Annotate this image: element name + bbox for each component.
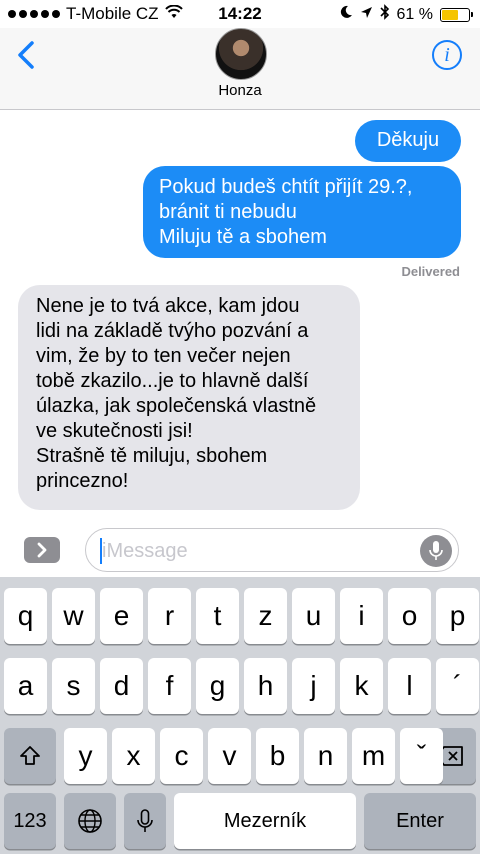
back-button[interactable]	[12, 40, 40, 70]
key-1[interactable]: a	[4, 658, 47, 714]
chevron-left-icon	[18, 41, 34, 69]
delivery-status: Delivered	[401, 264, 460, 279]
message-text-line: princezno!	[36, 470, 129, 492]
key-10[interactable]: ´	[436, 658, 479, 714]
message-text-line: Nene je to tvá akce, kam jdou	[36, 295, 300, 317]
battery-icon	[440, 7, 473, 22]
key-2[interactable]: x	[112, 728, 155, 784]
return-key[interactable]: Enter	[364, 793, 476, 849]
key-7[interactable]: j	[292, 658, 335, 714]
message-bubble-sent[interactable]: Pokud budeš chtít přijít 29.?, bránit ti…	[143, 166, 461, 258]
message-text-line: tobě zkazilo...je to hlavně další	[36, 370, 309, 392]
key-4[interactable]: r	[148, 588, 191, 644]
key-10[interactable]: p	[436, 588, 479, 644]
microphone-icon	[429, 541, 443, 560]
message-text-line: Strašně tě miluju, sbohem	[36, 445, 268, 467]
message-text-line: vim, že by to ten večer nejen	[36, 345, 291, 367]
key-8[interactable]: i	[340, 588, 383, 644]
status-right: 61 %	[339, 4, 473, 25]
key-6[interactable]: z	[244, 588, 287, 644]
apps-expand-button[interactable]	[24, 537, 60, 563]
status-bar: T-Mobile CZ 14:22 61 %	[0, 0, 480, 28]
message-text-line: Miluju tě a sbohem	[159, 226, 327, 248]
keyboard: 123 Mezerník Enter q w e r t z u i o p a s d f g h j k l ´ y…	[0, 577, 480, 854]
info-icon: i	[444, 43, 450, 66]
message-text-line: Děkuju	[376, 129, 440, 151]
chevron-right-icon	[37, 542, 47, 558]
microphone-icon	[137, 809, 153, 832]
key-2[interactable]: s	[52, 658, 95, 714]
battery-level	[442, 9, 458, 20]
message-input[interactable]	[102, 537, 402, 565]
message-bubble-sent[interactable]: Děkuju	[355, 120, 461, 162]
key-4[interactable]: f	[148, 658, 191, 714]
key-3[interactable]: d	[100, 658, 143, 714]
bluetooth-icon	[379, 4, 390, 25]
message-text-line: ve skutečnosti jsi!	[36, 420, 193, 442]
key-8[interactable]: k	[340, 658, 383, 714]
message-text-line: lidi na základě tvýho pozvání a	[36, 320, 309, 342]
key-9[interactable]: o	[388, 588, 431, 644]
key-8[interactable]: ˇ	[400, 728, 443, 784]
key-4[interactable]: v	[208, 728, 251, 784]
key-5[interactable]: b	[256, 728, 299, 784]
battery-percent: 61 %	[396, 5, 433, 23]
dictation-key[interactable]	[124, 793, 166, 849]
numbers-key[interactable]: 123	[4, 793, 56, 849]
space-key[interactable]: Mezerník	[174, 793, 356, 849]
contact-name[interactable]: Honza	[0, 82, 480, 99]
shift-key[interactable]	[4, 728, 56, 784]
message-input-container[interactable]	[85, 528, 459, 572]
message-bubble-received[interactable]: Nene je to tvá akce, kam jdou lidi na zá…	[18, 285, 360, 510]
key-6[interactable]: n	[304, 728, 347, 784]
message-text-line: úlazka, jak společenská vlastně	[36, 395, 317, 417]
globe-key[interactable]	[64, 793, 116, 849]
key-3[interactable]: c	[160, 728, 203, 784]
conversation-header: Honza i	[0, 28, 480, 110]
message-text-line: Pokud budeš chtít přijít 29.?,	[159, 176, 413, 198]
key-5[interactable]: g	[196, 658, 239, 714]
contact-avatar[interactable]	[215, 28, 267, 80]
location-icon	[360, 6, 373, 24]
dictation-button[interactable]	[420, 535, 452, 567]
key-1[interactable]: q	[4, 588, 47, 644]
key-1[interactable]: y	[64, 728, 107, 784]
do-not-disturb-icon	[339, 5, 353, 24]
key-7[interactable]: m	[352, 728, 395, 784]
key-5[interactable]: t	[196, 588, 239, 644]
key-2[interactable]: w	[52, 588, 95, 644]
key-7[interactable]: u	[292, 588, 335, 644]
key-9[interactable]: l	[388, 658, 431, 714]
key-6[interactable]: h	[244, 658, 287, 714]
info-button[interactable]: i	[432, 40, 462, 70]
globe-icon	[78, 809, 102, 833]
message-text-line: bránit ti nebudu	[159, 201, 297, 223]
shift-icon	[20, 746, 40, 765]
key-3[interactable]: e	[100, 588, 143, 644]
